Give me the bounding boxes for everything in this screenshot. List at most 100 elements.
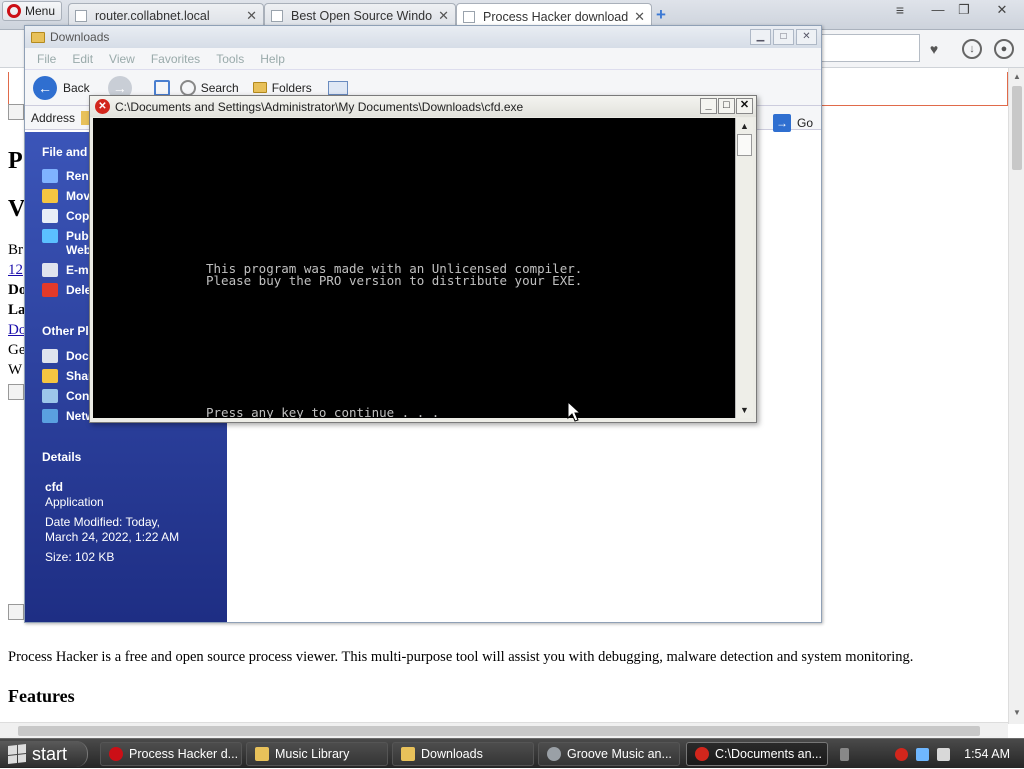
task-email[interactable]: E-m xyxy=(42,263,89,277)
place-shared[interactable]: Shar xyxy=(42,369,93,383)
delete-icon xyxy=(42,283,58,297)
page-vertical-scrollbar[interactable]: ▲ ▼ xyxy=(1008,68,1024,724)
account-icon[interactable]: ● xyxy=(994,39,1014,59)
explorer-title-bar[interactable]: Downloads ▁ □ ✕ xyxy=(25,26,821,48)
go-button[interactable]: Go xyxy=(797,116,813,130)
page-description: Process Hacker is a free and open source… xyxy=(8,649,914,665)
address-field[interactable] xyxy=(820,34,920,62)
page-text-fragment: La xyxy=(8,302,26,318)
back-arrow-icon[interactable]: ← xyxy=(33,75,57,100)
mouse-cursor-icon xyxy=(567,401,581,422)
detail-size: Size: 102 KB xyxy=(45,550,115,564)
go-arrow-icon[interactable]: → xyxy=(772,114,791,132)
broken-image-icon xyxy=(8,384,24,400)
place-documents[interactable]: Doc xyxy=(42,349,89,363)
minimize-icon[interactable]: ▁ xyxy=(750,29,771,45)
features-heading: Features xyxy=(8,686,75,706)
place-computer[interactable]: Con xyxy=(42,389,89,403)
other-places-header[interactable]: Other Pl xyxy=(42,324,89,338)
taskbar-item[interactable]: Music Library xyxy=(246,742,388,766)
folder-icon xyxy=(31,31,45,43)
close-icon[interactable]: ✕ xyxy=(990,2,1014,20)
system-clock[interactable]: 1:54 AM xyxy=(964,747,1010,761)
minimize-icon[interactable]: _ xyxy=(700,98,717,114)
scroll-up-icon[interactable]: ▲ xyxy=(1013,72,1021,81)
windows-logo-icon xyxy=(8,744,26,764)
tray-expand-icon[interactable] xyxy=(840,747,850,761)
new-tab-icon[interactable]: + xyxy=(656,5,666,25)
console-window[interactable]: ✕ C:\Documents and Settings\Administrato… xyxy=(89,95,757,423)
tab-close-icon[interactable]: ✕ xyxy=(634,9,645,25)
console-prompt: Press any key to continue . . . xyxy=(206,405,440,420)
copy-icon xyxy=(42,209,58,223)
place-network[interactable]: Netw xyxy=(42,409,95,423)
page-link-fragment[interactable]: 12 xyxy=(8,262,23,279)
close-icon[interactable]: ✕ xyxy=(796,29,817,45)
browser-tab[interactable]: router.collabnet.local ✕ xyxy=(68,3,264,27)
tab-list-icon[interactable]: ≡ xyxy=(888,2,912,20)
computer-icon xyxy=(42,389,58,403)
task-rename[interactable]: Ren xyxy=(42,169,89,183)
start-button[interactable]: start xyxy=(0,741,88,767)
folder-up-icon[interactable] xyxy=(153,79,170,96)
restore-icon[interactable]: ❐ xyxy=(952,2,976,20)
maximize-icon[interactable]: □ xyxy=(773,29,794,45)
page-favicon-icon xyxy=(271,9,283,22)
tab-close-icon[interactable]: ✕ xyxy=(246,8,257,24)
page-text-fragment: Br xyxy=(8,242,23,258)
scrollbar-thumb[interactable] xyxy=(737,134,752,156)
taskbar-item[interactable]: Groove Music an... xyxy=(538,742,680,766)
tab-close-icon[interactable]: ✕ xyxy=(438,8,449,24)
taskbar-item[interactable]: Process Hacker d... xyxy=(100,742,242,766)
download-icon[interactable]: ↓ xyxy=(962,39,982,59)
menu-file[interactable]: File xyxy=(37,52,56,66)
task-publish[interactable]: Pub xyxy=(42,229,89,243)
search-button[interactable]: Search xyxy=(201,81,239,95)
menu-tools[interactable]: Tools xyxy=(216,52,244,66)
views-icon[interactable] xyxy=(327,80,348,95)
task-delete[interactable]: Dele xyxy=(42,283,91,297)
scroll-up-icon[interactable]: ▲ xyxy=(740,121,749,131)
menu-favorites[interactable]: Favorites xyxy=(151,52,200,66)
folders-button[interactable]: Folders xyxy=(272,81,312,95)
taskbar-item[interactable]: Downloads xyxy=(392,742,534,766)
task-copy[interactable]: Cop xyxy=(42,209,89,223)
scrollbar-thumb[interactable] xyxy=(1012,86,1022,170)
file-tasks-header[interactable]: File and xyxy=(42,145,87,159)
security-shield-icon[interactable] xyxy=(895,747,909,761)
error-icon: ✕ xyxy=(95,99,110,114)
console-title: C:\Documents and Settings\Administrator\… xyxy=(115,99,524,114)
start-label: start xyxy=(32,743,68,764)
network-status-icon[interactable] xyxy=(916,747,930,761)
menu-view[interactable]: View xyxy=(109,52,135,66)
back-button-label[interactable]: Back xyxy=(63,81,90,95)
browser-tab[interactable]: Best Open Source Window ✕ xyxy=(264,3,456,27)
network-icon xyxy=(42,409,58,423)
page-heading-fragment: V xyxy=(8,196,26,222)
menu-edit[interactable]: Edit xyxy=(72,52,93,66)
menu-help[interactable]: Help xyxy=(260,52,285,66)
maximize-icon[interactable]: □ xyxy=(718,98,735,114)
page-heading-fragment: P xyxy=(8,148,23,174)
console-output[interactable]: This program was made with an Unlicensed… xyxy=(93,118,735,420)
console-title-bar[interactable]: ✕ C:\Documents and Settings\Administrato… xyxy=(90,96,756,117)
minimize-icon[interactable]: — xyxy=(926,2,950,20)
close-icon[interactable]: ✕ xyxy=(736,98,753,114)
task-move[interactable]: Mov xyxy=(42,189,90,203)
opera-menu-button[interactable]: Menu xyxy=(2,1,62,21)
scrollbar-thumb[interactable] xyxy=(18,726,980,736)
console-scrollbar[interactable]: ▲ ▼ xyxy=(735,118,753,418)
scroll-down-icon[interactable]: ▼ xyxy=(740,405,749,415)
detail-modified: Date Modified: Today, xyxy=(45,515,160,529)
volume-icon[interactable] xyxy=(937,747,951,761)
scroll-down-icon[interactable]: ▼ xyxy=(1013,708,1021,717)
search-icon xyxy=(179,79,196,96)
page-horizontal-scrollbar[interactable] xyxy=(0,722,1008,738)
detail-type: Application xyxy=(45,495,104,509)
address-label: Address xyxy=(31,110,76,125)
heart-icon[interactable]: ♥ xyxy=(924,39,944,59)
task-publish-web[interactable]: Web xyxy=(66,243,91,257)
details-header[interactable]: Details xyxy=(42,450,81,464)
taskbar-item-active[interactable]: C:\Documents an... xyxy=(686,742,828,766)
console-line: Please buy the PRO version to distribute… xyxy=(206,273,583,288)
